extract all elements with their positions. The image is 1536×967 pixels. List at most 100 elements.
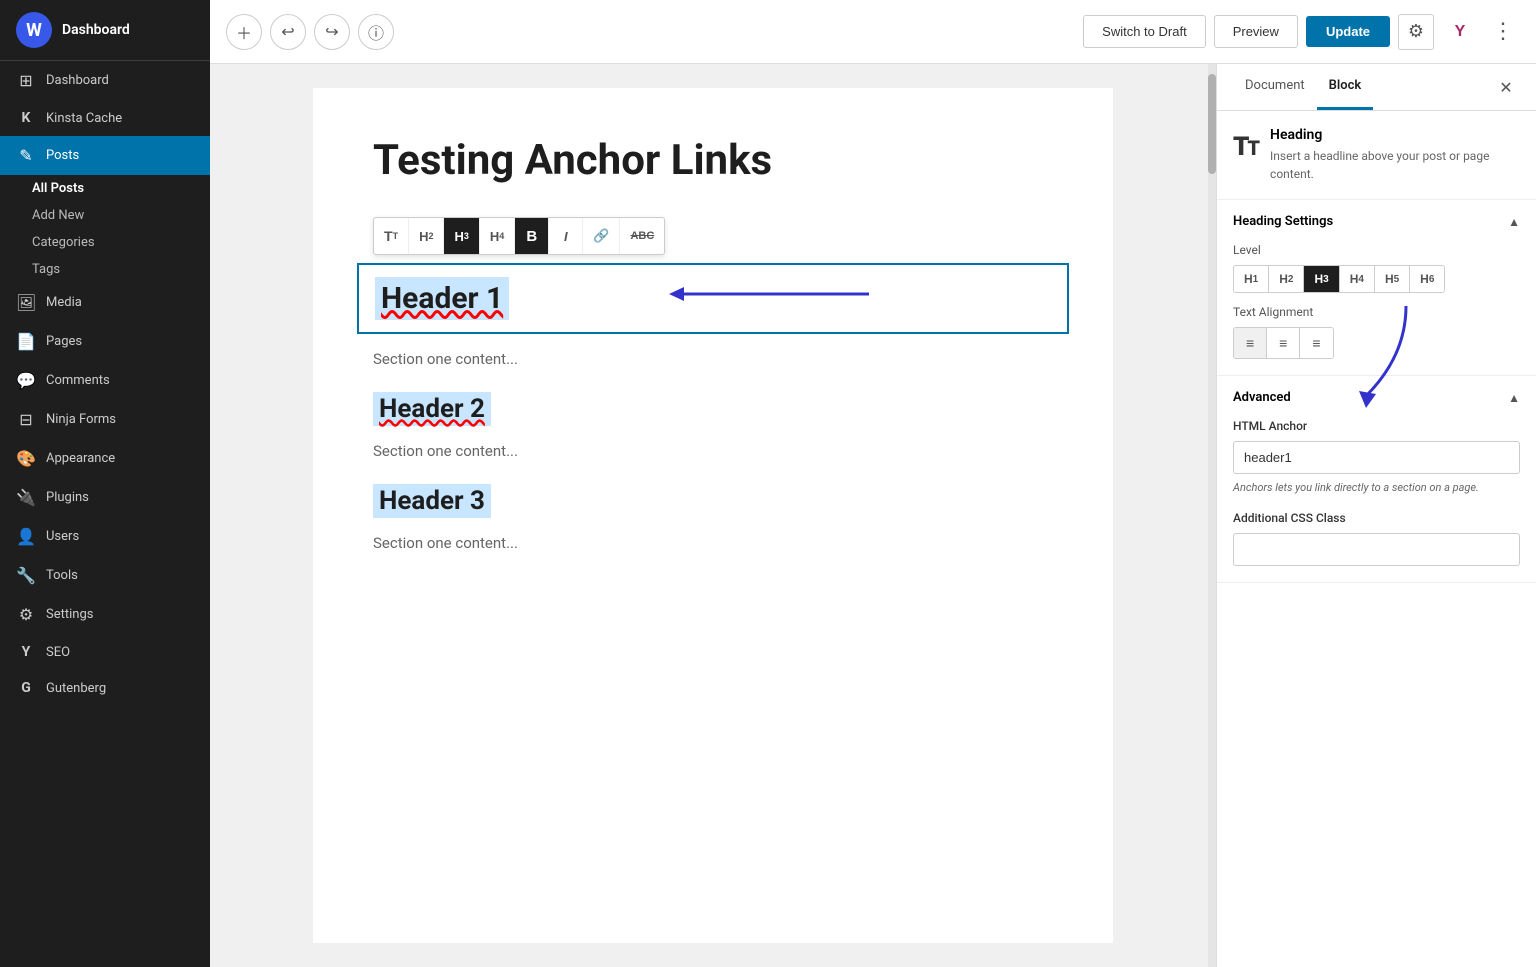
gutenberg-icon: G [16,680,36,696]
more-options-button[interactable]: ⋮ [1486,15,1520,48]
header3-block[interactable]: Header 3 [373,484,1053,518]
level-h2-button[interactable]: H2 [1269,266,1304,292]
scrollbar-thumb[interactable] [1208,74,1216,174]
level-h1-button[interactable]: H1 [1234,266,1269,292]
format-btn-italic[interactable]: I [549,218,583,254]
format-btn-h4[interactable]: H4 [480,218,515,254]
scrollbar-track [1208,64,1216,967]
html-anchor-input[interactable] [1233,441,1520,474]
undo-button[interactable]: ↩ [270,14,306,50]
sidebar-item-users[interactable]: 👤 Users [0,517,210,556]
editor-content: Testing Anchor Links TT H2 H3 H4 B I 🔗 A… [313,88,1113,943]
heading-block-icon: TT [1233,129,1258,162]
align-center-button[interactable]: ≡ [1267,328,1300,358]
level-h3-button[interactable]: H3 [1304,266,1339,292]
update-button[interactable]: Update [1306,16,1390,47]
sidebar-item-settings[interactable]: ⚙ Settings [0,595,210,634]
header3-text[interactable]: Header 3 [373,484,491,518]
sidebar-logo[interactable]: W Dashboard [0,0,210,61]
header2-text[interactable]: Header 2 [373,392,491,426]
tools-icon: 🔧 [16,566,36,585]
switch-to-draft-button[interactable]: Switch to Draft [1083,15,1206,48]
tab-document[interactable]: Document [1233,64,1317,110]
info-button[interactable]: ⓘ [358,14,394,50]
sidebar-item-seo[interactable]: Y SEO [0,634,210,670]
dashboard-icon: ⊞ [16,71,36,90]
sidebar-item-label: Settings [46,607,93,622]
settings-button[interactable]: ⚙ [1398,14,1434,50]
sidebar-sub-add-new[interactable]: Add New [0,202,210,229]
sidebar-sub-tags[interactable]: Tags [0,256,210,283]
format-btn-link[interactable]: 🔗 [583,218,620,254]
appearance-icon: 🎨 [16,449,36,468]
advanced-section-header[interactable]: Advanced ▲ [1217,376,1536,419]
sidebar-item-label: Comments [46,373,110,388]
add-block-button[interactable]: ＋ [226,14,262,50]
yoast-button[interactable]: Y [1442,14,1478,50]
heading-settings-chevron: ▲ [1508,215,1520,229]
sidebar-item-kinsta-cache[interactable]: K Kinsta Cache [0,100,210,136]
sidebar-item-label: Tools [46,568,78,583]
sidebar-item-comments[interactable]: 💬 Comments [0,361,210,400]
sidebar-item-media[interactable]: 🖼 Media [0,283,210,322]
sidebar-item-ninja-forms[interactable]: ⊟ Ninja Forms [0,400,210,439]
section2-content: Section one content... [373,442,1053,460]
heading-settings-body: Level H1 H2 H3 H4 H5 H6 Text Alignment ≡… [1217,243,1536,375]
css-class-label: Additional CSS Class [1233,511,1520,525]
format-btn-h2[interactable]: H2 [409,218,444,254]
advanced-title: Advanced [1233,390,1291,405]
tab-block[interactable]: Block [1317,64,1374,110]
sidebar-item-tools[interactable]: 🔧 Tools [0,556,210,595]
level-h6-button[interactable]: H6 [1410,266,1444,292]
format-btn-tt[interactable]: TT [374,218,409,254]
sidebar-sub-all-posts[interactable]: All Posts [0,175,210,202]
right-panel: Document Block ✕ TT Heading Insert a hea… [1216,64,1536,967]
main-wrap: ＋ ↩ ↪ ⓘ Switch to Draft Preview Update ⚙… [210,0,1536,967]
format-btn-bold[interactable]: B [515,218,549,254]
posts-icon: ✎ [16,146,36,165]
level-h5-button[interactable]: H5 [1375,266,1410,292]
header2-block[interactable]: Header 2 [373,392,1053,426]
section3-content: Section one content... [373,534,1053,552]
heading-settings-section: Heading Settings ▲ Level H1 H2 H3 H4 H5 … [1217,200,1536,376]
heading-settings-header[interactable]: Heading Settings ▲ [1217,200,1536,243]
sidebar-item-posts[interactable]: ✎ Posts [0,136,210,175]
header1-block[interactable]: Header 1 [357,263,1069,334]
format-btn-h3[interactable]: H3 [444,218,479,254]
settings-icon: ⚙ [16,605,36,624]
media-icon: 🖼 [16,293,36,312]
kinsta-icon: K [16,110,36,126]
html-anchor-label: HTML Anchor [1233,419,1520,433]
editor-area[interactable]: Testing Anchor Links TT H2 H3 H4 B I 🔗 A… [210,64,1216,967]
sidebar-item-plugins[interactable]: 🔌 Plugins [0,478,210,517]
align-buttons: ≡ ≡ ≡ [1233,327,1334,359]
preview-button[interactable]: Preview [1214,15,1298,48]
sidebar-sub-categories[interactable]: Categories [0,229,210,256]
format-btn-strikethrough[interactable]: ABC [620,218,664,254]
sidebar-item-label: Ninja Forms [46,412,116,427]
level-h4-button[interactable]: H4 [1340,266,1375,292]
comments-icon: 💬 [16,371,36,390]
sidebar-item-appearance[interactable]: 🎨 Appearance [0,439,210,478]
block-title: Heading [1270,127,1520,143]
align-left-button[interactable]: ≡ [1234,328,1267,358]
sidebar-item-gutenberg[interactable]: G Gutenberg [0,670,210,706]
align-right-button[interactable]: ≡ [1300,328,1332,358]
advanced-section: Advanced ▲ HTML Anchor Anchors lets you … [1217,376,1536,583]
sidebar-item-label: Dashboard [46,73,109,88]
ninja-forms-icon: ⊟ [16,410,36,429]
css-class-input[interactable] [1233,533,1520,566]
sidebar-item-label: Gutenberg [46,681,106,696]
redo-button[interactable]: ↪ [314,14,350,50]
arrow-annotation [659,279,879,309]
sidebar-item-pages[interactable]: 📄 Pages [0,322,210,361]
post-title[interactable]: Testing Anchor Links [373,136,1053,185]
block-info: TT Heading Insert a headline above your … [1217,111,1536,200]
advanced-section-body: HTML Anchor Anchors lets you link direct… [1217,419,1536,582]
header1-text[interactable]: Header 1 [375,277,509,320]
level-label: Level [1233,243,1520,257]
level-buttons: H1 H2 H3 H4 H5 H6 [1233,265,1445,293]
sidebar-item-dashboard[interactable]: ⊞ Dashboard [0,61,210,100]
wp-logo-icon: W [16,12,52,48]
panel-close-button[interactable]: ✕ [1492,73,1520,101]
